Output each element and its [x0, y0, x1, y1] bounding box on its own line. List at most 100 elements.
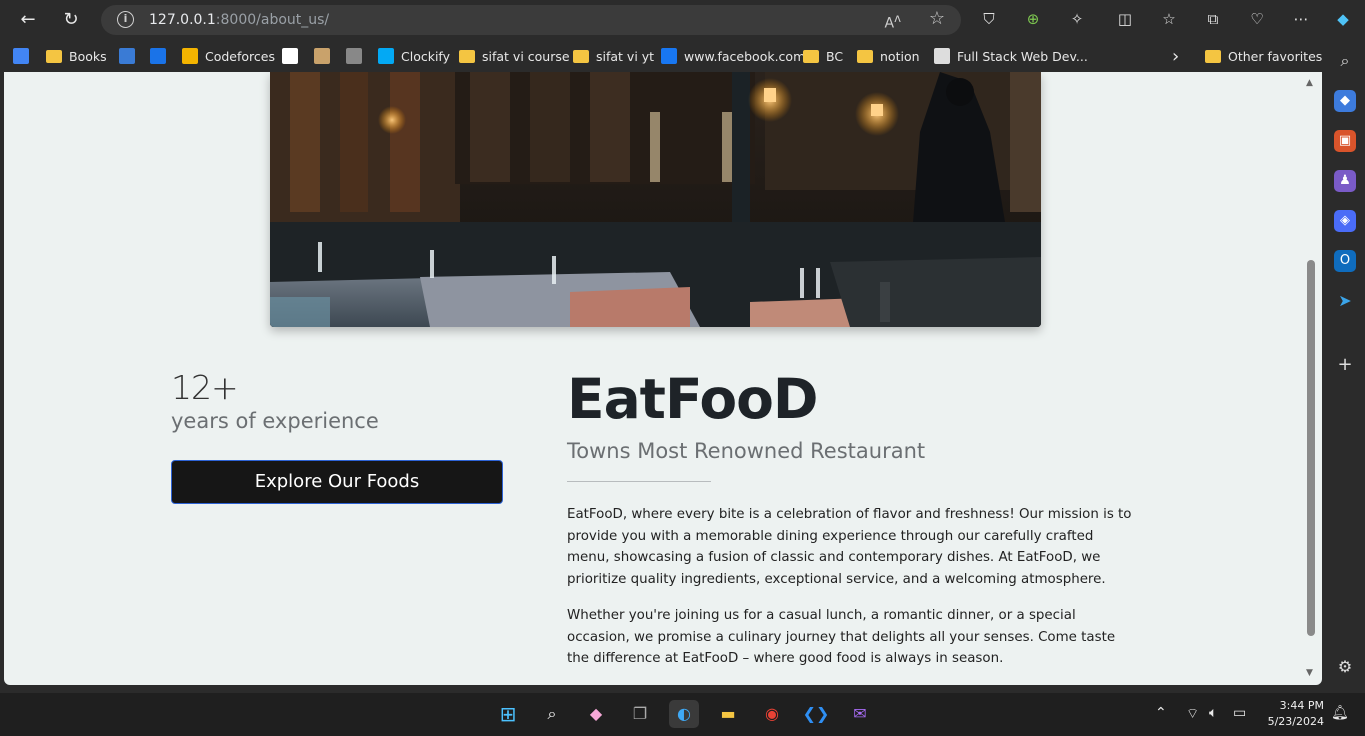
volume-icon[interactable]: 🔈︎ — [1209, 705, 1217, 721]
task-view-icon[interactable]: ❐ — [625, 700, 655, 728]
back-icon[interactable]: ← — [13, 6, 43, 34]
bookmark-label: Codeforces — [205, 48, 275, 64]
windows-taskbar: ⊞ ⌕ ◆ ❐ ◐ ▬ ◉ ❮❯ ✉ ⌃ ⌔ 🔈︎ ▭ 3:44 PM 5/23… — [0, 693, 1365, 736]
wifi-icon[interactable]: ⌔ — [1186, 705, 1199, 723]
star-icon[interactable]: ☆ — [929, 8, 945, 29]
plus-extension-icon[interactable]: ⊕ — [1022, 8, 1044, 30]
bookmark-1[interactable]: Books — [46, 46, 107, 66]
clock[interactable]: 3:44 PM 5/23/2024 — [1262, 698, 1324, 730]
edge-taskbar-icon[interactable]: ◐ — [669, 700, 699, 728]
codechef-icon — [314, 48, 330, 64]
bookmark-14[interactable]: Full Stack Web Dev... — [934, 46, 1088, 66]
search-icon[interactable]: ⌕ — [1334, 50, 1356, 72]
page-scrollbar[interactable]: ▲ ▼ — [1305, 76, 1317, 682]
bookmark-label: Full Stack Web Dev... — [957, 48, 1088, 64]
bookmark-11[interactable]: www.facebook.com — [661, 46, 805, 66]
battery-icon[interactable]: ▭ — [1233, 705, 1246, 721]
bookmark-label: BC — [826, 48, 844, 64]
brand-heading: EatFooD — [567, 367, 819, 431]
about-paragraph-2: Whether you're joining us for a casual l… — [567, 608, 1116, 666]
bookmark-7[interactable] — [346, 46, 369, 66]
vscode-icon[interactable]: ❮❯ — [801, 700, 831, 728]
search-taskbar-icon[interactable]: ⌕ — [537, 700, 567, 728]
bookmark-4[interactable]: Codeforces — [182, 46, 275, 66]
chrome-icon[interactable]: ◉ — [757, 700, 787, 728]
bookmark-label: Clockify — [401, 48, 451, 64]
page-viewport: 12+ years of experience Explore Our Food… — [4, 72, 1322, 685]
bookmark-8[interactable]: Clockify — [378, 46, 450, 66]
bookmark-12[interactable]: BC — [803, 46, 843, 66]
add-icon[interactable]: + — [1334, 354, 1356, 376]
copilot-taskbar-icon[interactable]: ◆ — [581, 700, 611, 728]
folder-icon — [803, 50, 819, 63]
outlook-icon[interactable]: O — [1334, 250, 1356, 272]
bookmark-label: Books — [69, 48, 107, 64]
messenger-icon[interactable]: ✉ — [845, 700, 875, 728]
tray-chevron-icon[interactable]: ⌃ — [1155, 705, 1167, 721]
cc-icon — [346, 48, 362, 64]
tagline: Towns Most Renowned Restaurant — [567, 439, 926, 463]
restaurant-hero-image — [270, 72, 1041, 327]
google-translate-icon — [13, 48, 29, 64]
address-bar[interactable]: i 127.0.0.1:8000/about_us/ Aʌ ☆ — [101, 5, 961, 35]
favorites-icon[interactable]: ☆ — [1158, 8, 1180, 30]
folder-icon — [573, 50, 589, 63]
refresh-icon[interactable]: ↻ — [56, 6, 86, 34]
start-icon[interactable]: ⊞ — [493, 700, 523, 728]
folder-icon — [857, 50, 873, 63]
experience-count: 12+ — [171, 368, 239, 407]
copilot-sidebar-icon[interactable]: ◈ — [1334, 210, 1356, 232]
bookmark-13[interactable]: notion — [857, 46, 920, 66]
scrollbar-thumb[interactable] — [1307, 260, 1315, 636]
blue-logo-icon — [119, 48, 135, 64]
url-text[interactable]: 127.0.0.1:8000/about_us/ — [149, 12, 329, 28]
scroll-down-icon[interactable]: ▼ — [1306, 668, 1313, 678]
clockify-icon — [378, 48, 394, 64]
facebook-icon — [661, 48, 677, 64]
bookmark-2[interactable] — [119, 46, 142, 66]
web-icon — [934, 48, 950, 64]
extensions-icon[interactable]: ✧ — [1066, 8, 1088, 30]
browser-window: ← ↻ i 127.0.0.1:8000/about_us/ Aʌ ☆ ⛉ ⊕ … — [0, 0, 1365, 693]
folder-icon — [46, 50, 62, 63]
bookmark-0[interactable] — [13, 46, 36, 66]
bookmark-label: sifat vi course — [482, 48, 570, 64]
bookmark-label: sifat vi yt — [596, 48, 655, 64]
notifications-icon[interactable]: 🔔︎ — [1331, 705, 1349, 721]
tools-icon[interactable]: ▣ — [1334, 130, 1356, 152]
folder-icon — [1205, 50, 1221, 63]
edge-sidebar: ⌕ ◆ ▣ ♟ ◈ O ➤ + ⚙ — [1325, 40, 1365, 693]
explore-foods-button[interactable]: Explore Our Foods — [171, 460, 503, 504]
bookmark-6[interactable] — [314, 46, 337, 66]
shield-extension-icon[interactable]: ⛉ — [978, 8, 1000, 30]
copilot-icon[interactable]: ◆ — [1332, 8, 1354, 30]
google-icon — [282, 48, 298, 64]
games-icon[interactable]: ♟ — [1334, 170, 1356, 192]
restaurant-photo — [270, 72, 1041, 327]
bookmark-3[interactable] — [150, 46, 173, 66]
bookmark-10[interactable]: sifat vi yt — [573, 46, 654, 66]
split-screen-icon[interactable]: ◫ — [1114, 8, 1136, 30]
other-favorites[interactable]: Other favorites — [1205, 46, 1322, 66]
health-icon[interactable]: ♡ — [1246, 8, 1268, 30]
shopping-tag-icon[interactable]: ◆ — [1334, 90, 1356, 112]
bookmark-5[interactable] — [282, 46, 305, 66]
experience-label: years of experience — [171, 409, 379, 433]
scroll-up-icon[interactable]: ▲ — [1306, 78, 1313, 88]
bookmark-label: www.facebook.com — [684, 48, 806, 64]
calendar-icon — [150, 48, 166, 64]
file-explorer-icon[interactable]: ▬ — [713, 700, 743, 728]
bookmark-label: notion — [880, 48, 920, 64]
bookmarks-bar: Books Codeforces Clockify sifat vi course si… — [0, 40, 1325, 72]
collections-icon[interactable]: ⧉ — [1202, 8, 1224, 30]
settings-icon[interactable]: ⚙ — [1334, 656, 1356, 678]
clock-date: 5/23/2024 — [1267, 715, 1324, 728]
browser-toolbar: ← ↻ i 127.0.0.1:8000/about_us/ Aʌ ☆ ⛉ ⊕ … — [0, 0, 1365, 40]
send-icon[interactable]: ➤ — [1334, 290, 1356, 312]
bookmarks-overflow-icon[interactable]: › — [1172, 46, 1179, 67]
read-aloud-icon[interactable]: Aʌ — [885, 11, 901, 32]
bookmark-9[interactable]: sifat vi course — [459, 46, 570, 66]
folder-icon — [459, 50, 475, 63]
site-info-icon[interactable]: i — [117, 11, 134, 28]
more-menu-icon[interactable]: ⋯ — [1290, 8, 1312, 30]
